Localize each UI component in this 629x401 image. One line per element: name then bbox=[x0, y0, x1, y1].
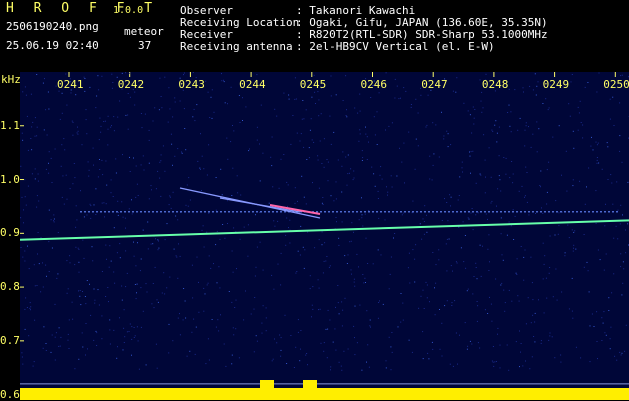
meteor-count: 37 bbox=[138, 39, 151, 52]
spectrogram-svg bbox=[20, 72, 629, 400]
x-tick-label: 0243 bbox=[178, 78, 205, 91]
info-label-antenna: Receiving antenna bbox=[180, 40, 293, 53]
y-axis-label: kHz bbox=[1, 73, 21, 86]
filename: 2506190240.png bbox=[6, 20, 99, 33]
x-tick-label: 0241 bbox=[57, 78, 84, 91]
datetime: 25.06.19 02:40 bbox=[6, 39, 99, 52]
meteor-echo bbox=[180, 188, 320, 218]
x-tick-label: 0244 bbox=[239, 78, 266, 91]
meteor-label: meteor bbox=[124, 25, 164, 38]
y-tick-label: 0.9 bbox=[0, 226, 20, 239]
amplitude-peak bbox=[303, 380, 317, 388]
y-tick-label: 0.6 bbox=[0, 388, 20, 401]
noise-speckles bbox=[20, 72, 629, 371]
carrier-line bbox=[20, 220, 629, 239]
x-tick-label: 0248 bbox=[482, 78, 509, 91]
x-tick-label: 0250 bbox=[603, 78, 629, 91]
x-tick-label: 0247 bbox=[421, 78, 448, 91]
info-value-antenna: : 2el-HB9CV Vertical (el. E-W) bbox=[296, 40, 495, 53]
x-tick-label: 0246 bbox=[361, 78, 388, 91]
y-tick-label: 1.0 bbox=[0, 173, 20, 186]
x-tick-label: 0242 bbox=[118, 78, 145, 91]
x-tick-label: 0249 bbox=[543, 78, 570, 91]
y-tick-label: 1.1 bbox=[0, 119, 20, 132]
amplitude-peak bbox=[260, 380, 274, 388]
spectrogram-plot bbox=[20, 72, 629, 400]
x-tick-label: 0245 bbox=[300, 78, 327, 91]
header-panel: H R O F F T 1.0.0 2506190240.png 25.06.1… bbox=[0, 0, 629, 70]
app-version: 1.0.0 bbox=[113, 4, 143, 17]
y-tick-label: 0.8 bbox=[0, 280, 20, 293]
amplitude-bar bbox=[20, 388, 629, 400]
y-tick-label: 0.7 bbox=[0, 334, 20, 347]
